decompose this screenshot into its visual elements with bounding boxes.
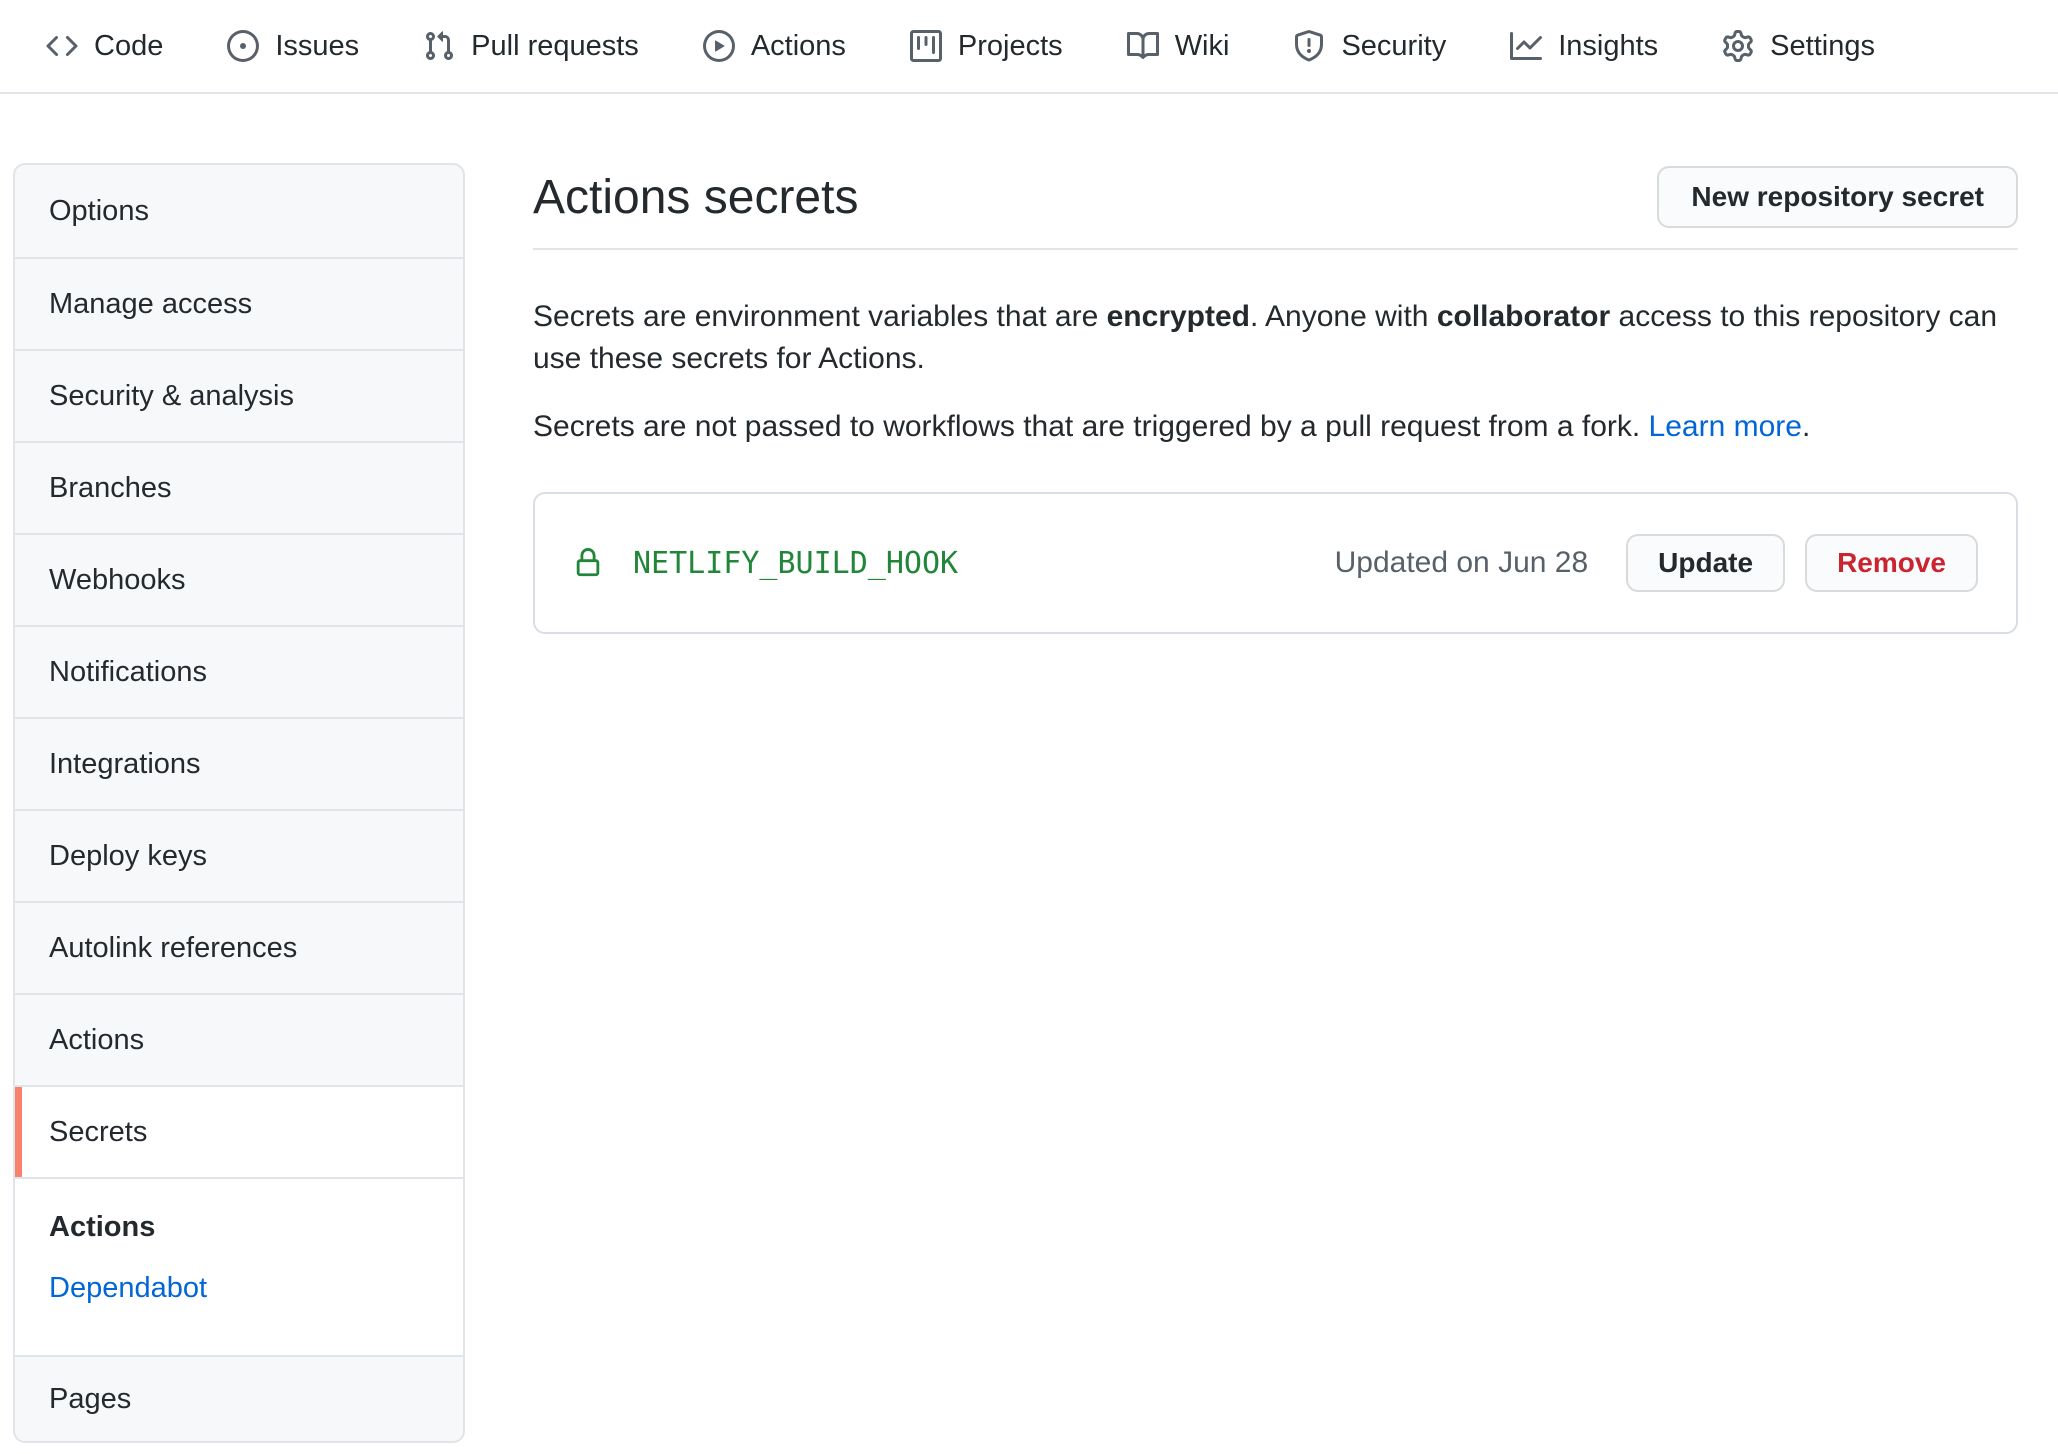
sidebar-item-autolink-references[interactable]: Autolink references — [15, 901, 463, 993]
sidebar-item-notifications[interactable]: Notifications — [15, 625, 463, 717]
tab-wiki[interactable]: Wiki — [1127, 30, 1230, 63]
tab-insights[interactable]: Insights — [1510, 30, 1658, 63]
sidebar-item-actions[interactable]: Actions — [15, 993, 463, 1085]
tab-insights-label: Insights — [1558, 30, 1658, 63]
sidebar-item-security-analysis[interactable]: Security & analysis — [15, 349, 463, 441]
remove-secret-button[interactable]: Remove — [1805, 534, 1978, 592]
project-icon — [910, 30, 942, 62]
sidebar-item-pages[interactable]: Pages — [15, 1355, 463, 1441]
play-icon — [703, 30, 735, 62]
code-icon — [46, 30, 78, 62]
update-secret-button[interactable]: Update — [1626, 534, 1785, 592]
tab-security-label: Security — [1341, 30, 1446, 63]
tab-settings-label: Settings — [1770, 30, 1875, 63]
secrets-description: Secrets are environment variables that a… — [533, 296, 2018, 380]
tab-pull-requests-label: Pull requests — [471, 30, 639, 63]
tab-code[interactable]: Code — [46, 30, 163, 63]
tab-security[interactable]: Security — [1293, 30, 1446, 63]
sidebar-item-webhooks[interactable]: Webhooks — [15, 533, 463, 625]
settings-layout: Options Manage access Security & analysi… — [0, 94, 2058, 1443]
issue-opened-icon — [227, 30, 259, 62]
book-icon — [1127, 30, 1159, 62]
sidebar-item-integrations[interactable]: Integrations — [15, 717, 463, 809]
secrets-subnav: Actions Dependabot — [15, 1177, 463, 1355]
title-divider — [533, 248, 2018, 250]
actions-secrets-panel: Actions secrets New repository secret Se… — [465, 94, 2058, 634]
description-text: Secrets are environment variables that a… — [533, 300, 1107, 333]
tab-wiki-label: Wiki — [1175, 30, 1230, 63]
description-encrypted-bold: encrypted — [1107, 300, 1250, 333]
git-pull-request-icon — [423, 30, 455, 62]
settings-sidebar: Options Manage access Security & analysi… — [13, 163, 465, 1443]
tab-actions[interactable]: Actions — [703, 30, 846, 63]
gear-icon — [1722, 30, 1754, 62]
tab-issues[interactable]: Issues — [227, 30, 359, 63]
title-row: Actions secrets New repository secret — [533, 166, 2018, 228]
tab-projects-label: Projects — [958, 30, 1063, 63]
description-text: . Anyone with — [1250, 300, 1437, 333]
new-repository-secret-button[interactable]: New repository secret — [1657, 166, 2018, 228]
secret-name: NETLIFY_BUILD_HOOK — [633, 546, 958, 581]
lock-icon — [573, 548, 603, 578]
tab-pull-requests[interactable]: Pull requests — [423, 30, 639, 63]
tab-actions-label: Actions — [751, 30, 846, 63]
tab-code-label: Code — [94, 30, 163, 63]
description-collaborator-bold: collaborator — [1437, 300, 1610, 333]
sidebar-item-branches[interactable]: Branches — [15, 441, 463, 533]
sidebar-item-manage-access[interactable]: Manage access — [15, 257, 463, 349]
fork-note: Secrets are not passed to workflows that… — [533, 406, 2018, 448]
sidebar-item-secrets[interactable]: Secrets — [15, 1085, 463, 1177]
sidebar-item-options[interactable]: Options — [15, 165, 463, 257]
page-title: Actions secrets — [533, 170, 858, 225]
tab-issues-label: Issues — [275, 30, 359, 63]
tab-settings[interactable]: Settings — [1722, 30, 1875, 63]
repo-tab-bar: Code Issues Pull requests Actions Projec… — [0, 0, 2058, 94]
secret-updated-date: Updated on Jun 28 — [1335, 546, 1589, 580]
secrets-subnav-dependabot-link[interactable]: Dependabot — [49, 1272, 463, 1305]
tab-projects[interactable]: Projects — [910, 30, 1063, 63]
fork-note-text: Secrets are not passed to workflows that… — [533, 410, 1649, 443]
sidebar-item-deploy-keys[interactable]: Deploy keys — [15, 809, 463, 901]
secret-row: NETLIFY_BUILD_HOOK Updated on Jun 28 Upd… — [533, 492, 2018, 634]
shield-icon — [1293, 30, 1325, 62]
fork-note-period: . — [1802, 410, 1810, 443]
secrets-subnav-actions[interactable]: Actions — [49, 1211, 463, 1244]
graph-icon — [1510, 30, 1542, 62]
learn-more-link[interactable]: Learn more — [1649, 410, 1802, 443]
